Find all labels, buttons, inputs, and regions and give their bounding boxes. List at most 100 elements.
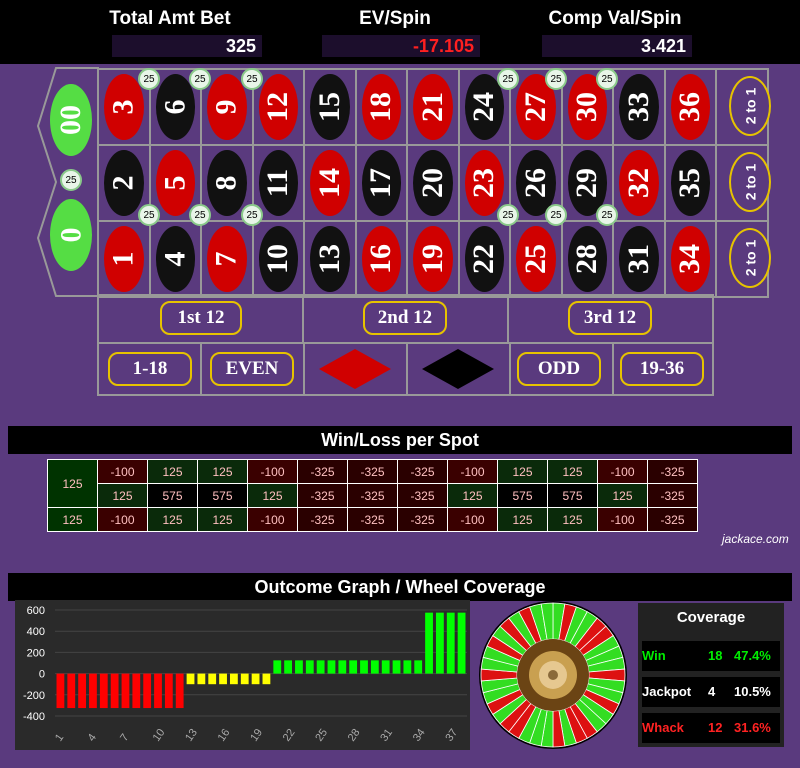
number-cell-31[interactable]: 31	[612, 220, 666, 298]
number-cell-14[interactable]: 14	[303, 144, 357, 222]
winloss-cell: -325	[297, 507, 348, 532]
number-cell-19[interactable]: 19	[406, 220, 460, 298]
y-tick-label: -200	[23, 690, 45, 702]
number-cell-16[interactable]: 16	[354, 220, 408, 298]
outcome-title: Outcome Graph / Wheel Coverage	[8, 573, 792, 601]
number-cell-32[interactable]: 32	[612, 144, 666, 222]
winloss-cell: 575	[547, 483, 598, 508]
number-cell-22[interactable]: 22	[457, 220, 511, 298]
number-cell-15[interactable]: 15	[303, 68, 357, 146]
number-pocket: 31	[619, 226, 659, 292]
bar-spot-15	[208, 673, 217, 685]
winloss-row: 125 575 575 125 -325 -325 -325 125 575 575 125 -325	[48, 483, 698, 508]
number-label: 20	[415, 168, 449, 198]
chip-9[interactable]: 25	[497, 204, 519, 226]
number-label: 14	[312, 168, 346, 198]
number-pocket: 21	[413, 74, 453, 140]
number-pocket: 13	[310, 226, 350, 292]
bar-spot-27	[338, 660, 347, 674]
number-pocket: 23	[464, 150, 504, 216]
winloss-cell: 575	[147, 483, 198, 508]
number-cell-28[interactable]: 28	[560, 220, 614, 298]
number-label: 8	[209, 175, 243, 191]
bar-spot-1	[56, 673, 65, 709]
chip-5[interactable]: 25	[596, 68, 618, 90]
number-cell-7[interactable]: 7	[200, 220, 254, 298]
number-cell-25[interactable]: 25	[509, 220, 563, 298]
number-cell-35[interactable]: 35	[663, 144, 717, 222]
number-cell-18[interactable]: 18	[354, 68, 408, 146]
bar-spot-19	[251, 673, 260, 685]
coverage-row-jackpot: Jackpot 4 10.5%	[642, 677, 780, 707]
number-pocket: 5	[155, 150, 195, 216]
number-label: 33	[621, 92, 655, 122]
number-cell-4[interactable]: 4	[148, 220, 202, 298]
bar-spot-5	[99, 673, 108, 709]
chip-1[interactable]: 25	[189, 68, 211, 90]
bar-spot-9	[143, 673, 152, 709]
chip-10[interactable]: 25	[545, 204, 567, 226]
bar-spot-35	[425, 612, 433, 674]
winloss-cell: 575	[497, 483, 548, 508]
comp-value: 3.421	[542, 35, 692, 57]
winloss-cell: -325	[397, 507, 448, 532]
x-tick-label: 22	[281, 727, 298, 744]
coverage-pct: 31.6%	[734, 720, 771, 735]
winloss-cell: -325	[347, 459, 398, 484]
chip-11[interactable]: 25	[596, 204, 618, 226]
x-tick-label: 25	[313, 727, 330, 744]
number-pocket: 16	[361, 226, 401, 292]
bar-spot-24	[305, 660, 314, 674]
column-bet-2[interactable]: 2 to 1	[715, 144, 771, 222]
chip-3[interactable]: 25	[497, 68, 519, 90]
number-cell-33[interactable]: 33	[612, 68, 666, 146]
chip-7[interactable]: 25	[189, 204, 211, 226]
number-cell-1[interactable]: 1	[97, 220, 151, 298]
bar-spot-22	[284, 660, 293, 674]
number-cell-10[interactable]: 10	[251, 220, 305, 298]
winloss-left-cell: 125	[47, 459, 98, 508]
number-pocket: 25	[516, 226, 556, 292]
column-bet-3[interactable]: 2 to 1	[715, 68, 771, 146]
column-label-text: 2 to 1	[741, 163, 758, 201]
black-diamond	[422, 349, 494, 389]
bar-spot-38	[457, 612, 466, 674]
number-pocket: 8	[207, 150, 247, 216]
number-pocket: 2	[104, 150, 144, 216]
coverage-count: 12	[708, 720, 723, 735]
column-label: 2 to 1	[729, 76, 771, 136]
number-label: 23	[467, 168, 501, 198]
number-label: 16	[364, 244, 398, 274]
winloss-cell: -100	[447, 459, 498, 484]
column-bet-1[interactable]: 2 to 1	[715, 220, 771, 298]
number-cell-20[interactable]: 20	[406, 144, 460, 222]
number-cell-13[interactable]: 13	[303, 220, 357, 298]
winloss-cell: -100	[447, 507, 498, 532]
number-label: 5	[158, 175, 192, 191]
dozen-3-label: 3rd 12	[568, 301, 652, 335]
number-label: 25	[518, 244, 552, 274]
number-cell-21[interactable]: 21	[406, 68, 460, 146]
double-zero-pocket[interactable]: 00	[50, 84, 92, 156]
number-label: 32	[621, 168, 655, 198]
bar-spot-28	[349, 660, 358, 674]
number-cell-36[interactable]: 36	[663, 68, 717, 146]
chip-0-00-split[interactable]: 25	[60, 169, 82, 191]
number-label: 11	[261, 168, 295, 198]
chip-6[interactable]: 25	[138, 204, 160, 226]
winloss-cell: -325	[397, 483, 448, 508]
outcome-chart-svg: 600 400 200 0 -200 -400 1 4 7 10 13 16 19 22 25 28 31 34 3…	[23, 605, 467, 744]
x-tick-label: 4	[86, 732, 99, 744]
chip-8[interactable]: 25	[241, 204, 263, 226]
chip-4[interactable]: 25	[545, 68, 567, 90]
zero-pocket[interactable]: 0	[50, 199, 92, 271]
chip-0[interactable]: 25	[138, 68, 160, 90]
bar-spot-6	[110, 673, 119, 709]
number-cell-34[interactable]: 34	[663, 220, 717, 298]
number-label: 2	[106, 175, 140, 191]
number-cell-17[interactable]: 17	[354, 144, 408, 222]
number-label: 15	[312, 92, 346, 122]
comp-label: Comp Val/Spin	[548, 8, 682, 29]
header-bar: Total Amt Bet 325 EV/Spin -17.105 Comp V…	[0, 0, 800, 64]
chip-2[interactable]: 25	[241, 68, 263, 90]
